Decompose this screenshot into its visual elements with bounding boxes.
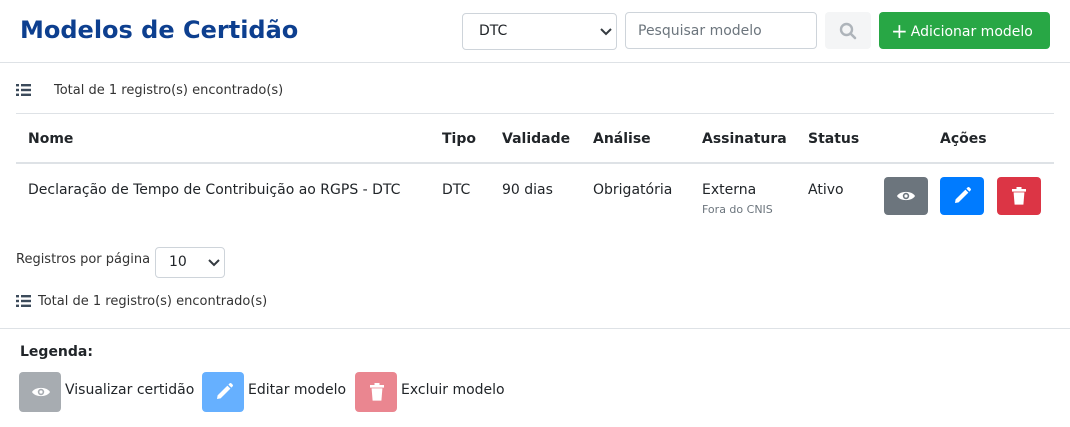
record-count-text: Total de 1 registro(s) encontrado(s) [54, 83, 284, 98]
edit-button[interactable] [940, 177, 984, 215]
type-filter-value: DTC [479, 23, 508, 39]
trash-icon [370, 383, 384, 401]
models-table: Nome Tipo Validade Análise Assinatura St… [16, 113, 1054, 239]
cell-tipo: DTC [442, 182, 471, 198]
table-row: Declaração de Tempo de Contribuição ao R… [16, 164, 1054, 239]
legend-edit-swatch [202, 372, 244, 412]
legend-title: Legenda: [20, 344, 93, 360]
column-header-tipo[interactable]: Tipo [442, 131, 476, 147]
list-icon [16, 84, 31, 96]
column-header-validade[interactable]: Validade [502, 131, 570, 147]
cell-nome: Declaração de Tempo de Contribuição ao R… [28, 182, 401, 198]
search-button[interactable] [825, 12, 871, 49]
column-header-nome[interactable]: Nome [28, 131, 73, 147]
table-header: Nome Tipo Validade Análise Assinatura St… [16, 114, 1054, 164]
legend-delete-label: Excluir modelo [401, 382, 505, 398]
page-title: Modelos de Certidão [20, 16, 299, 44]
chevron-down-icon [600, 28, 612, 36]
legend-edit-label: Editar modelo [248, 382, 347, 398]
legend-view-label: Visualizar certidão [65, 382, 195, 398]
page-header: Modelos de Certidão DTC +Adicionar model… [0, 0, 1070, 63]
eye-icon [897, 191, 915, 201]
type-filter-select[interactable]: DTC [462, 13, 617, 50]
search-icon [839, 22, 857, 40]
cell-analise: Obrigatória [593, 182, 673, 198]
per-page-value: 10 [169, 254, 187, 270]
column-header-status[interactable]: Status [808, 131, 859, 147]
column-header-acoes: Ações [940, 131, 987, 147]
add-model-label: Adicionar modelo [910, 23, 1033, 40]
cell-status: Ativo [808, 182, 844, 198]
search-input[interactable] [625, 12, 817, 49]
legend-delete-swatch [355, 372, 397, 412]
plus-icon: + [891, 18, 908, 43]
per-page-label: Registros por página [16, 252, 151, 267]
record-count-text: Total de 1 registro(s) encontrado(s) [38, 294, 268, 309]
chevron-down-icon [208, 259, 220, 267]
per-page-select[interactable]: 10 [155, 247, 225, 278]
legend-divider [0, 328, 1070, 329]
legend-view-swatch [19, 372, 61, 412]
cell-validade: 90 dias [502, 182, 553, 198]
list-icon [16, 295, 31, 307]
cell-assinatura: Externa Fora do CNIS [702, 182, 773, 216]
cell-assinatura-value: Externa [702, 182, 757, 198]
column-header-assinatura[interactable]: Assinatura [702, 131, 787, 147]
view-button[interactable] [884, 177, 928, 215]
pencil-icon [217, 383, 233, 399]
pencil-icon [955, 187, 971, 203]
eye-icon [32, 387, 50, 397]
add-model-button[interactable]: + Adicionar modelo [879, 12, 1050, 49]
delete-button[interactable] [997, 177, 1041, 215]
trash-icon [1012, 187, 1026, 205]
cell-assinatura-sub: Fora do CNIS [702, 203, 773, 216]
column-header-analise[interactable]: Análise [593, 131, 651, 147]
